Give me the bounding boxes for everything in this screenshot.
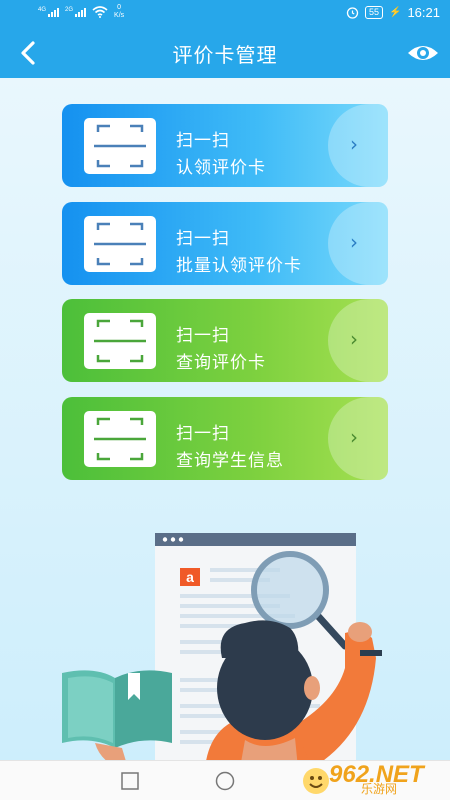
charging-icon: ⚡: [389, 7, 402, 18]
scan-icon: [84, 411, 156, 467]
signal-label: 2G: [65, 7, 74, 13]
reading-person-illustration: a: [62, 533, 382, 760]
signal-label: 4G: [38, 7, 47, 13]
card-arrow: ›: [328, 299, 388, 382]
system-nav-bar: 962.NET 乐游网: [0, 760, 450, 800]
signal-icon: 2G: [65, 7, 87, 17]
alarm-icon: [346, 7, 359, 19]
scan-icon: [84, 216, 156, 272]
card-arrow: ›: [328, 104, 388, 187]
scan-icon: [84, 313, 156, 369]
watermark-logo-icon: [303, 768, 329, 794]
scan-student-info-card[interactable]: 扫一扫 查询学生信息 ›: [62, 397, 388, 480]
app-header: 评价卡管理: [0, 26, 450, 78]
scan-icon: [84, 118, 156, 174]
card-title: 扫一扫: [176, 326, 230, 346]
signal-icon: 4G: [38, 7, 60, 17]
circle-icon: [215, 771, 235, 791]
status-right: 55 ⚡ 16:21: [346, 5, 440, 20]
eye-icon: [408, 46, 438, 60]
square-icon: [121, 772, 139, 790]
eye-button[interactable]: [406, 39, 440, 67]
chevron-right-icon: ›: [350, 132, 358, 156]
card-arrow: ›: [328, 397, 388, 480]
card-subtitle: 查询学生信息: [176, 451, 284, 471]
scan-query-card[interactable]: 扫一扫 查询评价卡 ›: [62, 299, 388, 382]
card-arrow: ›: [328, 202, 388, 285]
speed-unit: K/s: [114, 12, 125, 19]
scan-claim-card[interactable]: 扫一扫 认领评价卡 ›: [62, 104, 388, 187]
chevron-right-icon: ›: [350, 230, 358, 254]
page-title: 评价卡管理: [172, 43, 278, 67]
speed-value: 0: [117, 4, 122, 11]
status-left: 4G 2G 0 K/s: [38, 4, 124, 20]
card-title: 扫一扫: [176, 424, 230, 444]
watermark-subtext: 乐游网: [361, 782, 398, 796]
card-title: 扫一扫: [176, 131, 230, 151]
chevron-right-icon: ›: [350, 425, 358, 449]
recent-apps-button[interactable]: [120, 771, 140, 795]
clock-time: 16:21: [407, 5, 440, 20]
card-subtitle: 查询评价卡: [176, 353, 266, 373]
scan-batch-claim-card[interactable]: 扫一扫 批量认领评价卡 ›: [62, 202, 388, 285]
card-subtitle: 批量认领评价卡: [176, 256, 302, 276]
main-content: 扫一扫 认领评价卡 › 扫一扫 批量认领评价卡 › 扫一扫 查询评价卡 › 扫一…: [0, 78, 450, 760]
status-bar: 4G 2G 0 K/s 55 ⚡ 16:21: [0, 0, 450, 26]
wifi-icon: [92, 6, 108, 18]
card-subtitle: 认领评价卡: [176, 158, 266, 178]
network-speed: 0 K/s: [114, 4, 124, 20]
card-title: 扫一扫: [176, 229, 230, 249]
watermark: 962.NET 乐游网: [299, 761, 444, 799]
battery-indicator: 55: [364, 6, 383, 19]
svg-text:a: a: [186, 569, 194, 585]
chevron-right-icon: ›: [350, 327, 358, 351]
home-button[interactable]: [215, 771, 235, 795]
